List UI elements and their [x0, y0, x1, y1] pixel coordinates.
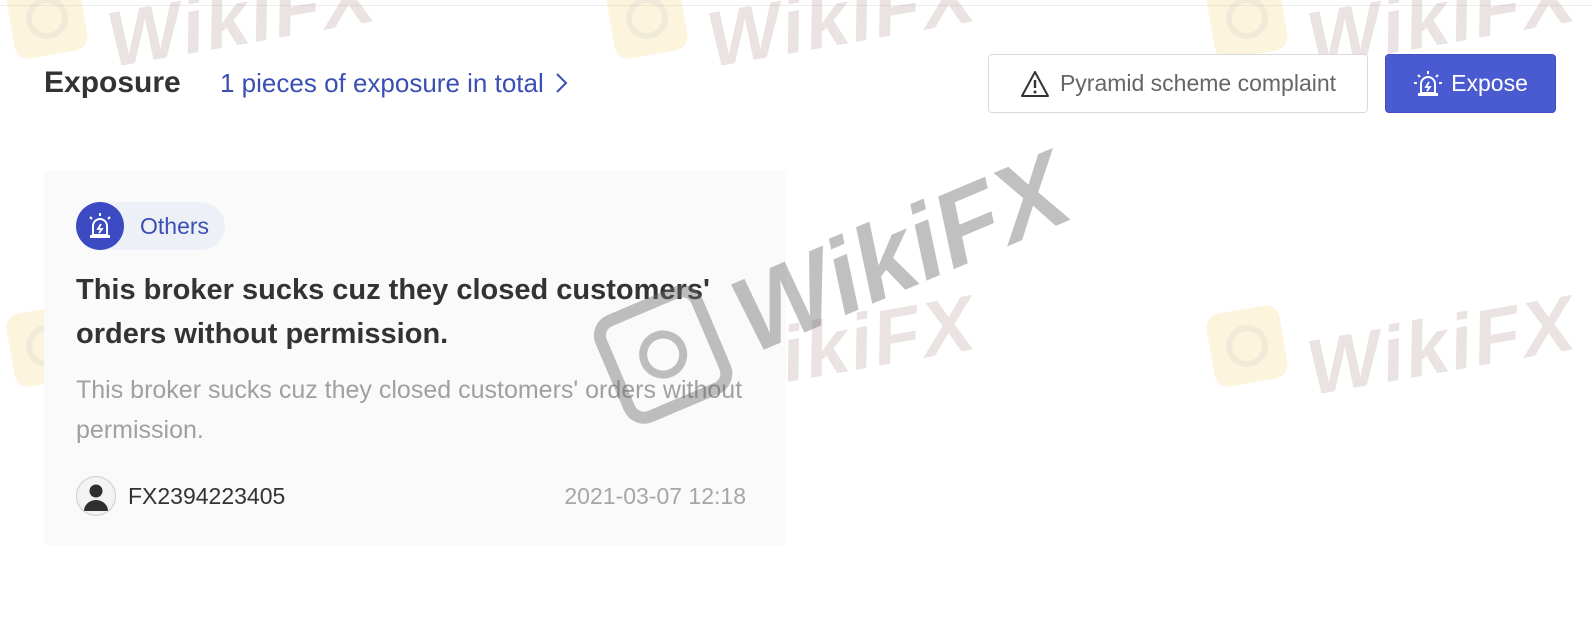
chevron-right-icon: [556, 73, 568, 93]
wikifx-logo-icon: [604, 0, 690, 61]
username: FX2394223405: [128, 483, 286, 509]
warning-triangle-icon: [1020, 70, 1049, 97]
alarm-siren-icon: [1414, 70, 1443, 96]
exposure-title[interactable]: This broker sucks cuz they closed custom…: [76, 268, 716, 356]
avatar: [76, 476, 116, 516]
wikifx-logo-icon: [4, 0, 90, 61]
watermark: WikiFX: [604, 0, 983, 84]
pyramid-scheme-complaint-button[interactable]: Pyramid scheme complaint: [988, 54, 1368, 113]
wikifx-logo-icon: [1204, 302, 1290, 389]
expose-button[interactable]: Expose: [1385, 54, 1556, 113]
page-title: Exposure: [44, 66, 181, 99]
watermark: WikiFX: [4, 0, 383, 84]
expose-button-label: Expose: [1451, 70, 1528, 96]
watermark-text: WikiFX: [700, 0, 983, 84]
timestamp: 2021-03-07 12:18: [564, 483, 746, 509]
watermark-text: WikiFX: [1300, 278, 1583, 412]
alarm-siren-icon: [76, 202, 124, 250]
complaint-button-label: Pyramid scheme complaint: [1059, 70, 1337, 96]
watermark: WikiFX: [1204, 278, 1583, 412]
exposure-total-link[interactable]: 1 pieces of exposure in total: [220, 66, 570, 100]
exposure-body: This broker sucks cuz they closed custom…: [76, 376, 743, 444]
exposure-total-label: 1 pieces of exposure in total: [220, 68, 544, 98]
user-avatar-icon: [84, 484, 108, 511]
category-tag: Others: [76, 202, 226, 250]
exposure-card[interactable]: Others This broker sucks cuz they closed…: [44, 170, 786, 546]
wikifx-logo-icon: [1204, 0, 1290, 61]
top-divider: [0, 5, 1592, 6]
category-label: Others: [140, 212, 210, 239]
